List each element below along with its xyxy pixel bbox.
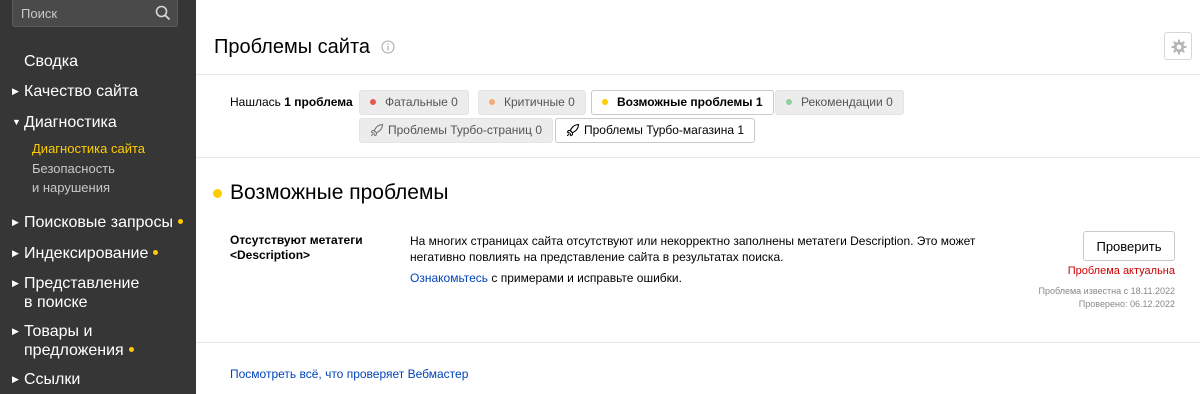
triangle-right-icon: ▶ bbox=[12, 86, 19, 96]
divider bbox=[196, 342, 1200, 343]
triangle-right-icon: ▶ bbox=[12, 278, 19, 288]
divider bbox=[196, 74, 1200, 75]
turbo-rocket-icon bbox=[370, 123, 384, 137]
issue-status: Проблема актуальна bbox=[1067, 265, 1175, 277]
issue-help: Ознакомьтесь с примерами и исправьте оши… bbox=[410, 271, 682, 285]
issue-help-link[interactable]: Ознакомьтесь bbox=[410, 271, 488, 285]
issue-known-since: Проблема известна с 18.11.2022 bbox=[1038, 286, 1176, 296]
notification-dot bbox=[177, 219, 183, 224]
issue-checked-date: Проверено: 06.12.2022 bbox=[1078, 299, 1175, 309]
page-title: Проблемы сайта bbox=[214, 36, 371, 58]
tab-fatal[interactable]: Фатальные 0 bbox=[359, 90, 469, 115]
gear-icon bbox=[1171, 39, 1187, 55]
sidebar-item-site-quality[interactable]: ▶ Качество сайта bbox=[12, 82, 138, 101]
status-dot bbox=[370, 99, 376, 105]
status-dot bbox=[489, 99, 495, 105]
notification-dot bbox=[153, 250, 159, 255]
search-icon[interactable] bbox=[155, 5, 171, 21]
sidebar-item-search-appearance[interactable]: ▶ Представление в поиске bbox=[12, 274, 139, 312]
sidebar-subitem-site-diagnostics[interactable]: Диагностика сайта bbox=[32, 139, 145, 158]
settings-button[interactable] bbox=[1164, 32, 1192, 60]
notification-dot bbox=[128, 347, 134, 352]
section-title: Возможные проблемы bbox=[230, 181, 449, 204]
tab-turbo-pages[interactable]: Проблемы Турбо-страниц 0 bbox=[359, 118, 554, 143]
triangle-right-icon: ▶ bbox=[12, 248, 19, 258]
tab-recommendations[interactable]: Рекомендации 0 bbox=[775, 90, 904, 115]
section-status-dot bbox=[213, 189, 222, 198]
search-input[interactable] bbox=[13, 0, 153, 26]
issue-name: Отсутствуют метатеги <Description> bbox=[230, 233, 363, 262]
divider bbox=[196, 157, 1200, 158]
sidebar-subitem-security[interactable]: Безопасность и нарушения bbox=[32, 159, 115, 197]
status-dot bbox=[786, 99, 792, 105]
sidebar: Сводка ▶Качество сайта ▼Диагностика Диаг… bbox=[0, 0, 196, 394]
sidebar-item-links[interactable]: ▶ Ссылки bbox=[12, 370, 80, 389]
turbo-rocket-icon bbox=[566, 123, 580, 137]
found-summary: Нашлась 1 проблема bbox=[230, 95, 353, 109]
sidebar-item-indexing[interactable]: ▶ Индексирование bbox=[12, 244, 159, 263]
view-all-checks-link[interactable]: Посмотреть всё, что проверяет Вебмастер bbox=[230, 366, 468, 382]
sidebar-item-products[interactable]: ▶ Товары и предложения bbox=[12, 322, 134, 360]
info-icon[interactable] bbox=[381, 40, 395, 54]
tab-critical[interactable]: Критичные 0 bbox=[478, 90, 586, 115]
main-content: Проблемы сайта Нашлась 1 проблема Фаталь… bbox=[196, 0, 1200, 394]
check-button[interactable]: Проверить bbox=[1083, 231, 1175, 261]
tab-turbo-shop[interactable]: Проблемы Турбо-магазина 1 bbox=[555, 118, 756, 143]
status-dot bbox=[602, 99, 608, 105]
sidebar-item-diagnostics[interactable]: ▼ Диагностика bbox=[12, 113, 117, 132]
sidebar-item-search-queries[interactable]: ▶ Поисковые запросы bbox=[12, 213, 183, 232]
issue-description: На многих страницах сайта отсутствуют ил… bbox=[410, 234, 976, 264]
tab-possible-problems[interactable]: Возможные проблемы 1 bbox=[591, 90, 774, 115]
triangle-down-icon: ▼ bbox=[12, 117, 21, 127]
triangle-right-icon: ▶ bbox=[12, 374, 19, 384]
search-box[interactable] bbox=[12, 0, 178, 27]
triangle-right-icon: ▶ bbox=[12, 217, 19, 227]
triangle-right-icon: ▶ bbox=[12, 326, 19, 336]
sidebar-item-summary[interactable]: Сводка bbox=[24, 52, 78, 71]
